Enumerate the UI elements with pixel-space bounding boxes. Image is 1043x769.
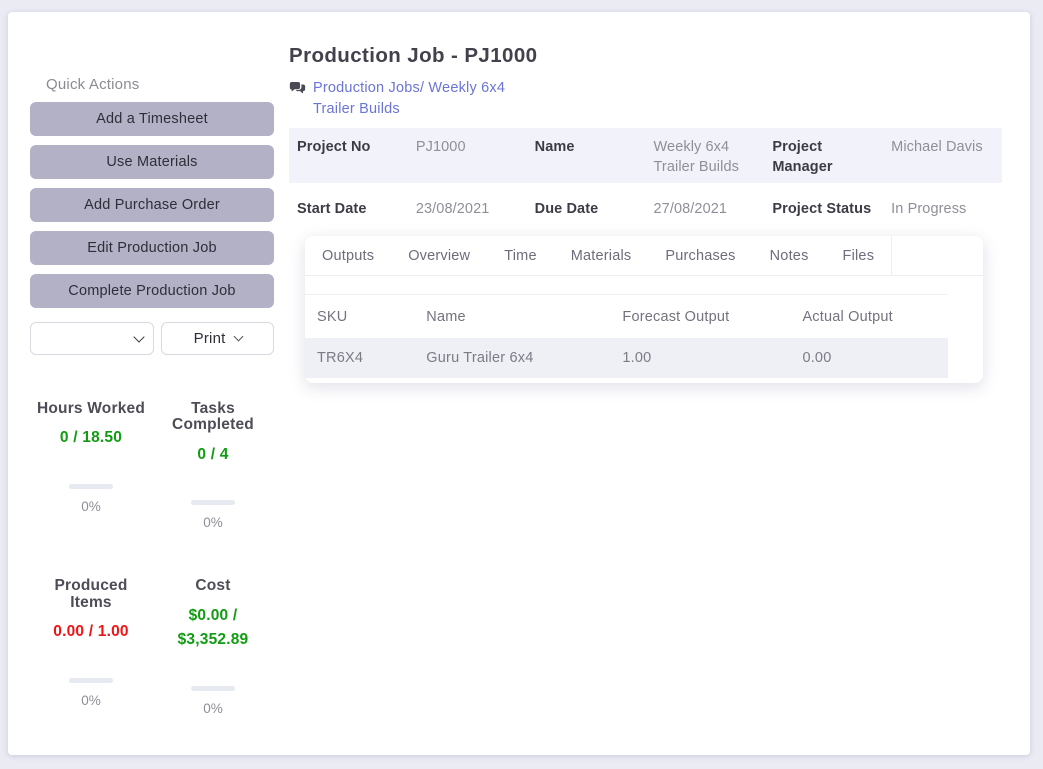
detail-value: 27/08/2021	[653, 201, 728, 217]
stat-label: Produced Items	[54, 577, 128, 611]
sidebar: Quick Actions Add a Timesheet Use Materi…	[8, 12, 289, 755]
output-row[interactable]: TR6X4 Guru Trailer 6x4 1.00 0.00	[305, 338, 948, 378]
main-card: Quick Actions Add a Timesheet Use Materi…	[8, 12, 1030, 755]
breadcrumb: Production Jobs/ Weekly 6x4 Trailer Buil…	[289, 78, 1002, 120]
tab-purchases[interactable]: Purchases	[648, 236, 752, 275]
print-button-label: Print	[193, 330, 226, 347]
stat-tasks-completed: Tasks Completed 0 / 4 0%	[152, 400, 274, 531]
outputs-table-header: SKU Name Forecast Output Actual Output	[305, 295, 948, 339]
job-details-table: Project No PJ1000 Name Weekly 6x4 Traile…	[289, 128, 1002, 234]
progress-bar	[69, 484, 113, 490]
tab-bar-divider	[891, 236, 893, 275]
use-materials-button[interactable]: Use Materials	[30, 145, 274, 179]
stat-label: Tasks Completed	[172, 400, 254, 434]
detail-label: Project Manager	[772, 139, 833, 175]
report-controls: Print	[30, 322, 274, 355]
stats-grid: Hours Worked 0 / 18.50 0% Tasks Complete…	[30, 400, 274, 717]
stat-value: 0 / 18.50	[59, 429, 123, 447]
tab-bar: Outputs Overview Time Materials Purchase…	[305, 236, 983, 276]
add-purchase-order-button[interactable]: Add Purchase Order	[30, 188, 274, 222]
stat-value: 0 / 4	[197, 445, 229, 463]
tab-overview[interactable]: Overview	[391, 236, 487, 275]
detail-label: Due Date	[534, 201, 599, 217]
progress-bar	[191, 500, 235, 506]
breadcrumb-link[interactable]: Production Jobs/ Weekly 6x4 Trailer Buil…	[313, 78, 518, 120]
stat-value: 0.00 / 1.00	[53, 622, 129, 640]
progress-bar	[191, 686, 235, 692]
tab-time[interactable]: Time	[487, 236, 553, 275]
column-header-name: Name	[426, 309, 466, 325]
job-details-row: Start Date 23/08/2021 Due Date 27/08/202…	[289, 183, 1002, 234]
detail-label: Project No	[297, 139, 371, 155]
detail-label: Name	[534, 139, 575, 155]
stat-hours-worked: Hours Worked 0 / 18.50 0%	[30, 400, 152, 530]
column-header-forecast-output: Forecast Output	[622, 309, 730, 325]
tab-panel: Outputs Overview Time Materials Purchase…	[305, 236, 983, 383]
main-content: Production Job - PJ1000 Production Jobs/…	[289, 12, 1030, 755]
output-name: Guru Trailer 6x4	[414, 338, 611, 378]
stat-value: $0.00 / $3,352.89	[177, 606, 249, 649]
tab-notes[interactable]: Notes	[753, 236, 826, 275]
detail-value: Michael Davis	[891, 139, 983, 155]
detail-label: Start Date	[297, 201, 367, 217]
edit-production-job-button[interactable]: Edit Production Job	[30, 231, 274, 265]
add-timesheet-button[interactable]: Add a Timesheet	[30, 102, 274, 136]
detail-value: 23/08/2021	[415, 201, 490, 217]
detail-value: In Progress	[891, 201, 967, 217]
report-select-wrap	[30, 322, 155, 355]
detail-value: PJ1000	[415, 139, 466, 155]
tab-materials[interactable]: Materials	[554, 236, 649, 275]
stat-percent: 0%	[203, 515, 223, 531]
stat-label: Cost	[195, 577, 231, 595]
quick-actions-title: Quick Actions	[46, 76, 140, 93]
job-details-row: Project No PJ1000 Name Weekly 6x4 Traile…	[289, 128, 1002, 183]
outputs-tab-content: SKU Name Forecast Output Actual Output T…	[305, 276, 983, 378]
report-select[interactable]	[30, 322, 155, 355]
column-header-sku: SKU	[317, 309, 348, 325]
chevron-down-icon	[233, 331, 243, 342]
stat-cost: Cost $0.00 / $3,352.89 0%	[152, 577, 274, 717]
tab-outputs[interactable]: Outputs	[305, 236, 391, 275]
detail-value: Weekly 6x4 Trailer Builds	[653, 139, 739, 175]
stat-produced-items: Produced Items 0.00 / 1.00 0%	[30, 578, 152, 716]
stat-percent: 0%	[203, 701, 223, 717]
outputs-table: SKU Name Forecast Output Actual Output T…	[305, 294, 948, 378]
tab-files[interactable]: Files	[826, 236, 892, 275]
progress-bar	[69, 677, 113, 683]
output-forecast-value: 1.00	[610, 338, 791, 378]
stat-percent: 0%	[81, 692, 101, 708]
output-actual-value: 0.00	[790, 338, 948, 378]
stat-label: Hours Worked	[36, 400, 146, 417]
comments-icon	[289, 81, 306, 100]
stat-percent: 0%	[81, 499, 101, 515]
print-button[interactable]: Print	[161, 322, 274, 355]
page-title: Production Job - PJ1000	[289, 44, 538, 67]
output-sku: TR6X4	[305, 338, 415, 378]
column-header-actual-output: Actual Output	[802, 309, 893, 325]
complete-production-job-button[interactable]: Complete Production Job	[30, 274, 274, 308]
detail-label: Project Status	[772, 201, 872, 217]
